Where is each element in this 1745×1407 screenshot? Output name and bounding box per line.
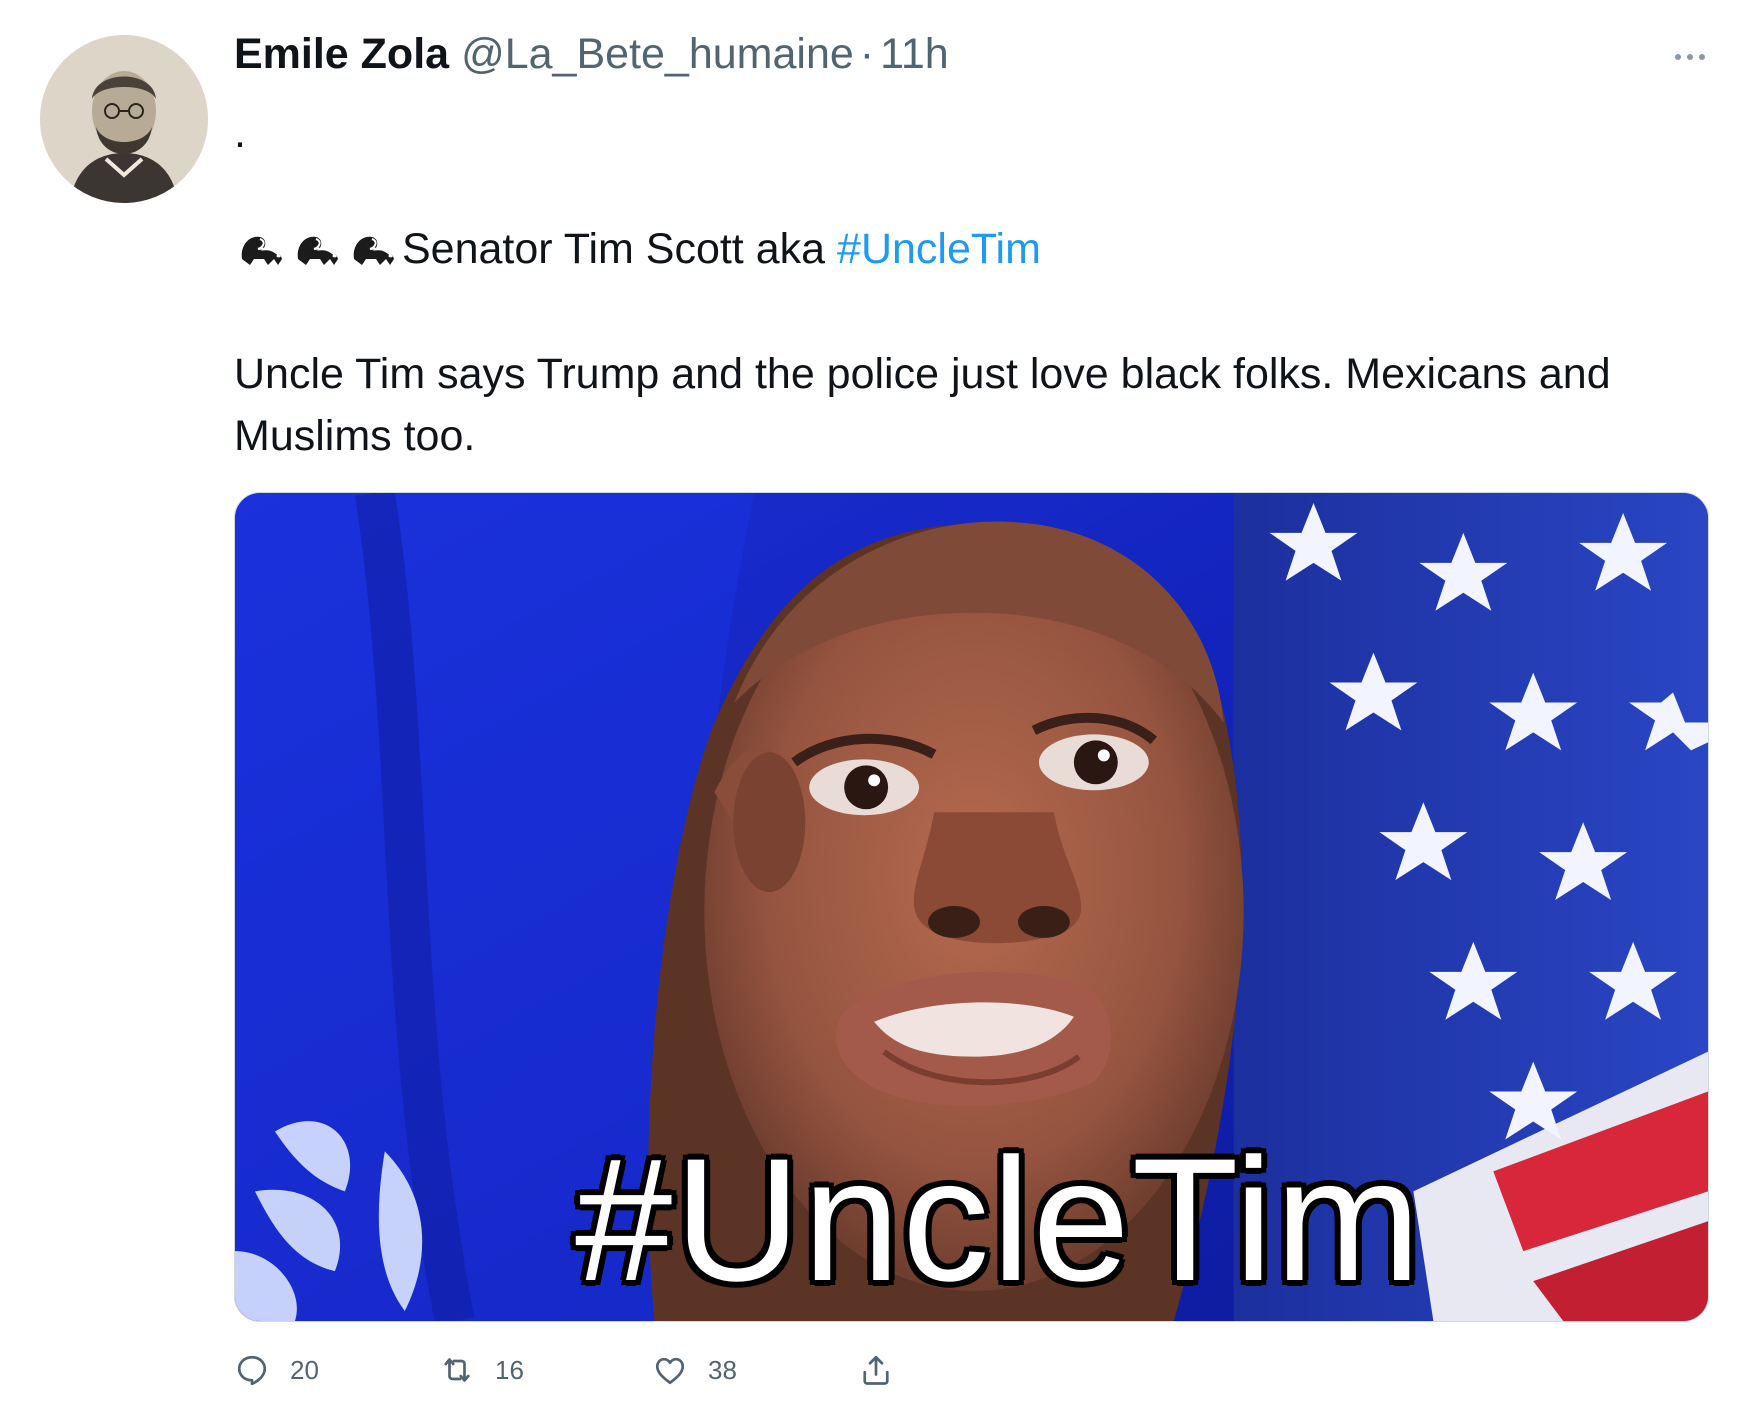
avatar-portrait-icon [40, 35, 208, 203]
tweet-text-senator: Senator Tim Scott aka [402, 225, 826, 273]
like-button[interactable]: 38 [652, 1348, 737, 1392]
more-horizontal-icon[interactable] [1660, 42, 1720, 72]
avatar[interactable] [40, 35, 208, 203]
like-icon [655, 1357, 685, 1385]
share-button[interactable] [858, 1348, 894, 1392]
skunk-emoji-icon [297, 236, 338, 265]
tweet-header: Emile Zola @La_Bete_humaine · 11h [234, 30, 949, 90]
skunk-emoji-icon [353, 236, 394, 265]
tweet-media-image[interactable]: #UncleTim [234, 492, 1709, 1322]
reply-count: 20 [290, 1354, 319, 1385]
separator-dot: · [859, 30, 875, 78]
author-handle[interactable]: @La_Bete_humaine [461, 30, 854, 79]
reply-button[interactable]: 20 [234, 1348, 319, 1392]
timestamp[interactable]: 11h [880, 30, 949, 79]
tweet-text-line-2: Uncle Tim says Trump and the police just… [234, 350, 1611, 460]
like-count: 38 [708, 1354, 737, 1385]
tweet-text-dot: . [234, 109, 246, 157]
author-name[interactable]: Emile Zola [234, 30, 449, 79]
tweet-text-line-1: Senator Tim Scott aka #UncleTim [234, 218, 1694, 280]
reply-icon [237, 1355, 267, 1386]
share-icon [863, 1355, 889, 1385]
media-caption: #UncleTim [575, 1123, 1423, 1318]
retweet-count: 16 [495, 1354, 524, 1385]
hashtag-link[interactable]: #UncleTim [837, 218, 1041, 280]
retweet-button[interactable]: 16 [439, 1348, 524, 1392]
retweet-icon [444, 1358, 470, 1382]
skunk-emoji-icon [241, 236, 282, 265]
